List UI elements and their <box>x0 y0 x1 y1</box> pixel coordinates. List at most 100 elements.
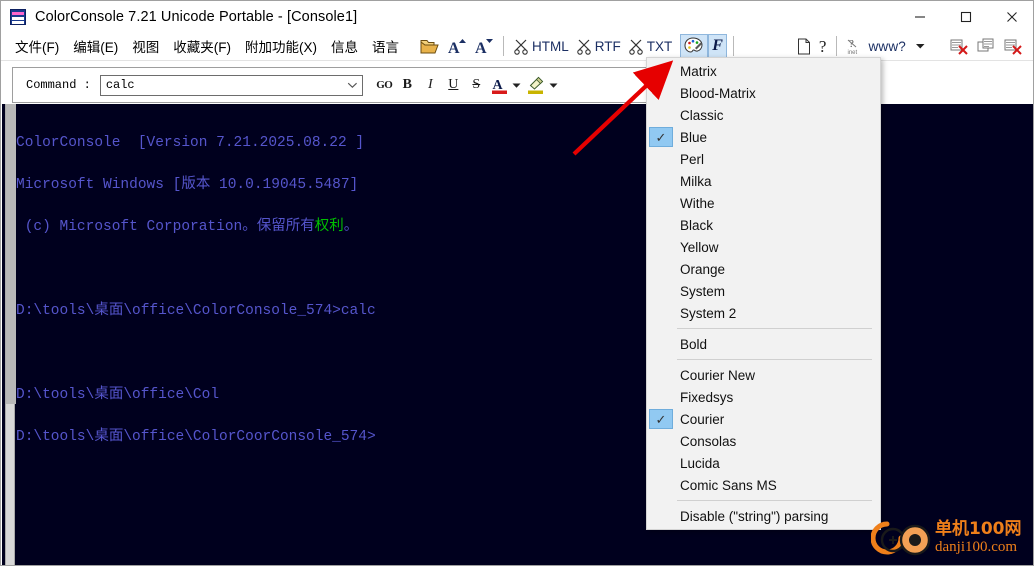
maximize-icon[interactable] <box>943 1 989 32</box>
menu-addons[interactable]: 附加功能(X) <box>238 32 324 60</box>
menu-item-label: Comic Sans MS <box>680 477 777 493</box>
menu-item-fixedsys[interactable]: Fixedsys <box>647 386 880 408</box>
menu-item-courier-new[interactable]: Courier New <box>647 364 880 386</box>
colorconsole-window: ColorConsole 7.21 Unicode Portable - [Co… <box>0 0 1034 566</box>
watermark-line1: 单机100网 <box>935 519 1022 539</box>
menu-item-gutter <box>647 364 675 386</box>
new-document-button[interactable] <box>793 34 815 59</box>
font-increase-button[interactable]: A <box>443 34 470 59</box>
export-rtf-button[interactable]: RTF <box>573 34 625 59</box>
menu-item-yellow[interactable]: Yellow <box>647 236 880 258</box>
menu-item-label: Bold <box>680 336 708 352</box>
close-all-tabs-button[interactable] <box>1000 34 1027 59</box>
menu-language[interactable]: 语言 <box>365 32 406 60</box>
menu-item-perl[interactable]: Perl <box>647 148 880 170</box>
menu-item-consolas[interactable]: Consolas <box>647 430 880 452</box>
menu-item-bold[interactable]: Bold <box>647 333 880 355</box>
menu-item-classic[interactable]: Classic <box>647 104 880 126</box>
bold-button[interactable]: B <box>396 74 419 97</box>
watermark-text: 单机100网 danji100.com <box>935 520 1022 556</box>
toolbar-separator-3 <box>836 36 838 56</box>
color-scheme-button[interactable] <box>680 33 709 59</box>
window-controls <box>897 1 1033 32</box>
menu-info[interactable]: 信息 <box>324 32 365 60</box>
window-title: ColorConsole 7.21 Unicode Portable - [Co… <box>35 8 358 25</box>
menu-item-matrix[interactable]: Matrix <box>647 60 880 82</box>
command-input-value: calc <box>105 78 135 92</box>
scissors-icon <box>576 39 591 55</box>
chevron-down-icon[interactable] <box>512 82 521 89</box>
color-palette-icon <box>684 37 703 53</box>
menu-item-label: Disable ("string") parsing <box>680 508 829 524</box>
format-buttons: GO B I U S A <box>373 74 562 97</box>
menu-item-comic-sans-ms[interactable]: Comic Sans MS <box>647 474 880 496</box>
minimize-icon[interactable] <box>897 1 943 32</box>
close-tab-button[interactable] <box>946 34 973 59</box>
italic-button[interactable]: I <box>419 74 442 97</box>
menu-item-system-2[interactable]: System 2 <box>647 302 880 324</box>
command-label: Command : <box>26 78 91 92</box>
menu-item-label: Blood-Matrix <box>680 85 756 101</box>
menu-item-label: Matrix <box>680 63 717 79</box>
console-app-icon <box>10 8 26 25</box>
strikethrough-button[interactable]: S <box>465 74 488 97</box>
menu-item-courier[interactable]: ✓ Courier <box>647 408 880 430</box>
export-txt-button[interactable]: TXT <box>625 34 677 59</box>
menu-item-label: Withe <box>680 195 715 211</box>
menu-item-label: Lucida <box>680 455 720 471</box>
font-select-button[interactable]: F <box>708 33 727 59</box>
command-input[interactable]: calc <box>99 74 363 96</box>
open-file-button[interactable] <box>416 34 443 59</box>
menu-edit[interactable]: 编辑(E) <box>66 32 125 60</box>
menu-item-blood-matrix[interactable]: Blood-Matrix <box>647 82 880 104</box>
scissors-icon <box>628 39 643 55</box>
highlighter-icon <box>528 76 544 94</box>
menu-item-disable-string-parsing[interactable]: Disable ("string") parsing <box>647 505 880 527</box>
menu-item-label: Milka <box>680 173 712 189</box>
menu-view[interactable]: 视图 <box>125 32 166 60</box>
export-html-button[interactable]: HTML <box>510 34 573 59</box>
color-scheme-menu: Matrix Blood-Matrix Classic ✓ Blue Perl Milka W… <box>646 57 881 530</box>
menu-item-lucida[interactable]: Lucida <box>647 452 880 474</box>
font-color-icon: A <box>491 78 507 94</box>
console-scrollbar-thumb[interactable] <box>6 104 16 404</box>
close-icon[interactable] <box>989 1 1033 32</box>
menu-file[interactable]: 文件(F) <box>8 32 66 60</box>
menu-item-label: System <box>680 283 726 299</box>
help-button[interactable]: ? <box>815 34 831 59</box>
menu-item-system[interactable]: System <box>647 280 880 302</box>
menu-item-milka[interactable]: Milka <box>647 170 880 192</box>
menu-item-gutter <box>647 236 675 258</box>
console-scrollbar[interactable] <box>5 104 16 565</box>
menu-item-black[interactable]: Black <box>647 214 880 236</box>
underline-button[interactable]: U <box>442 74 465 97</box>
menu-separator <box>677 359 872 360</box>
console-line-post: 。 <box>343 219 359 235</box>
menu-item-gutter <box>647 148 675 170</box>
menu-item-gutter <box>647 386 675 408</box>
chevron-down-icon[interactable] <box>347 81 358 89</box>
menu-item-orange[interactable]: Orange <box>647 258 880 280</box>
toolbar-separator-2 <box>732 36 734 56</box>
chevron-down-icon[interactable] <box>549 82 558 89</box>
font-color-button[interactable]: A <box>488 74 511 97</box>
highlight-button[interactable] <box>525 74 548 97</box>
menu-item-label: Perl <box>680 151 705 167</box>
menu-item-withe[interactable]: Withe <box>647 192 880 214</box>
go-button[interactable]: GO <box>373 74 396 97</box>
duplicate-tab-button[interactable] <box>973 34 1000 59</box>
help-question-icon: ? <box>818 36 827 56</box>
menu-item-gutter <box>647 452 675 474</box>
menu-item-gutter <box>647 192 675 214</box>
menu-item-label: Classic <box>680 107 724 123</box>
menu-favorites[interactable]: 收藏夹(F) <box>166 32 238 60</box>
menu-item-blue[interactable]: ✓ Blue <box>647 126 880 148</box>
title-bar: ColorConsole 7.21 Unicode Portable - [Co… <box>1 1 1033 32</box>
font-decrease-button[interactable]: A <box>470 34 497 59</box>
watermark-line2: danji100.com <box>935 539 1018 555</box>
export-txt-label: TXT <box>646 38 673 54</box>
internet-search-button[interactable]: ? inet www? <box>843 34 930 59</box>
svg-text:A: A <box>448 40 460 55</box>
check-icon: ✓ <box>649 409 673 429</box>
watermark-logo-icon <box>871 521 931 556</box>
